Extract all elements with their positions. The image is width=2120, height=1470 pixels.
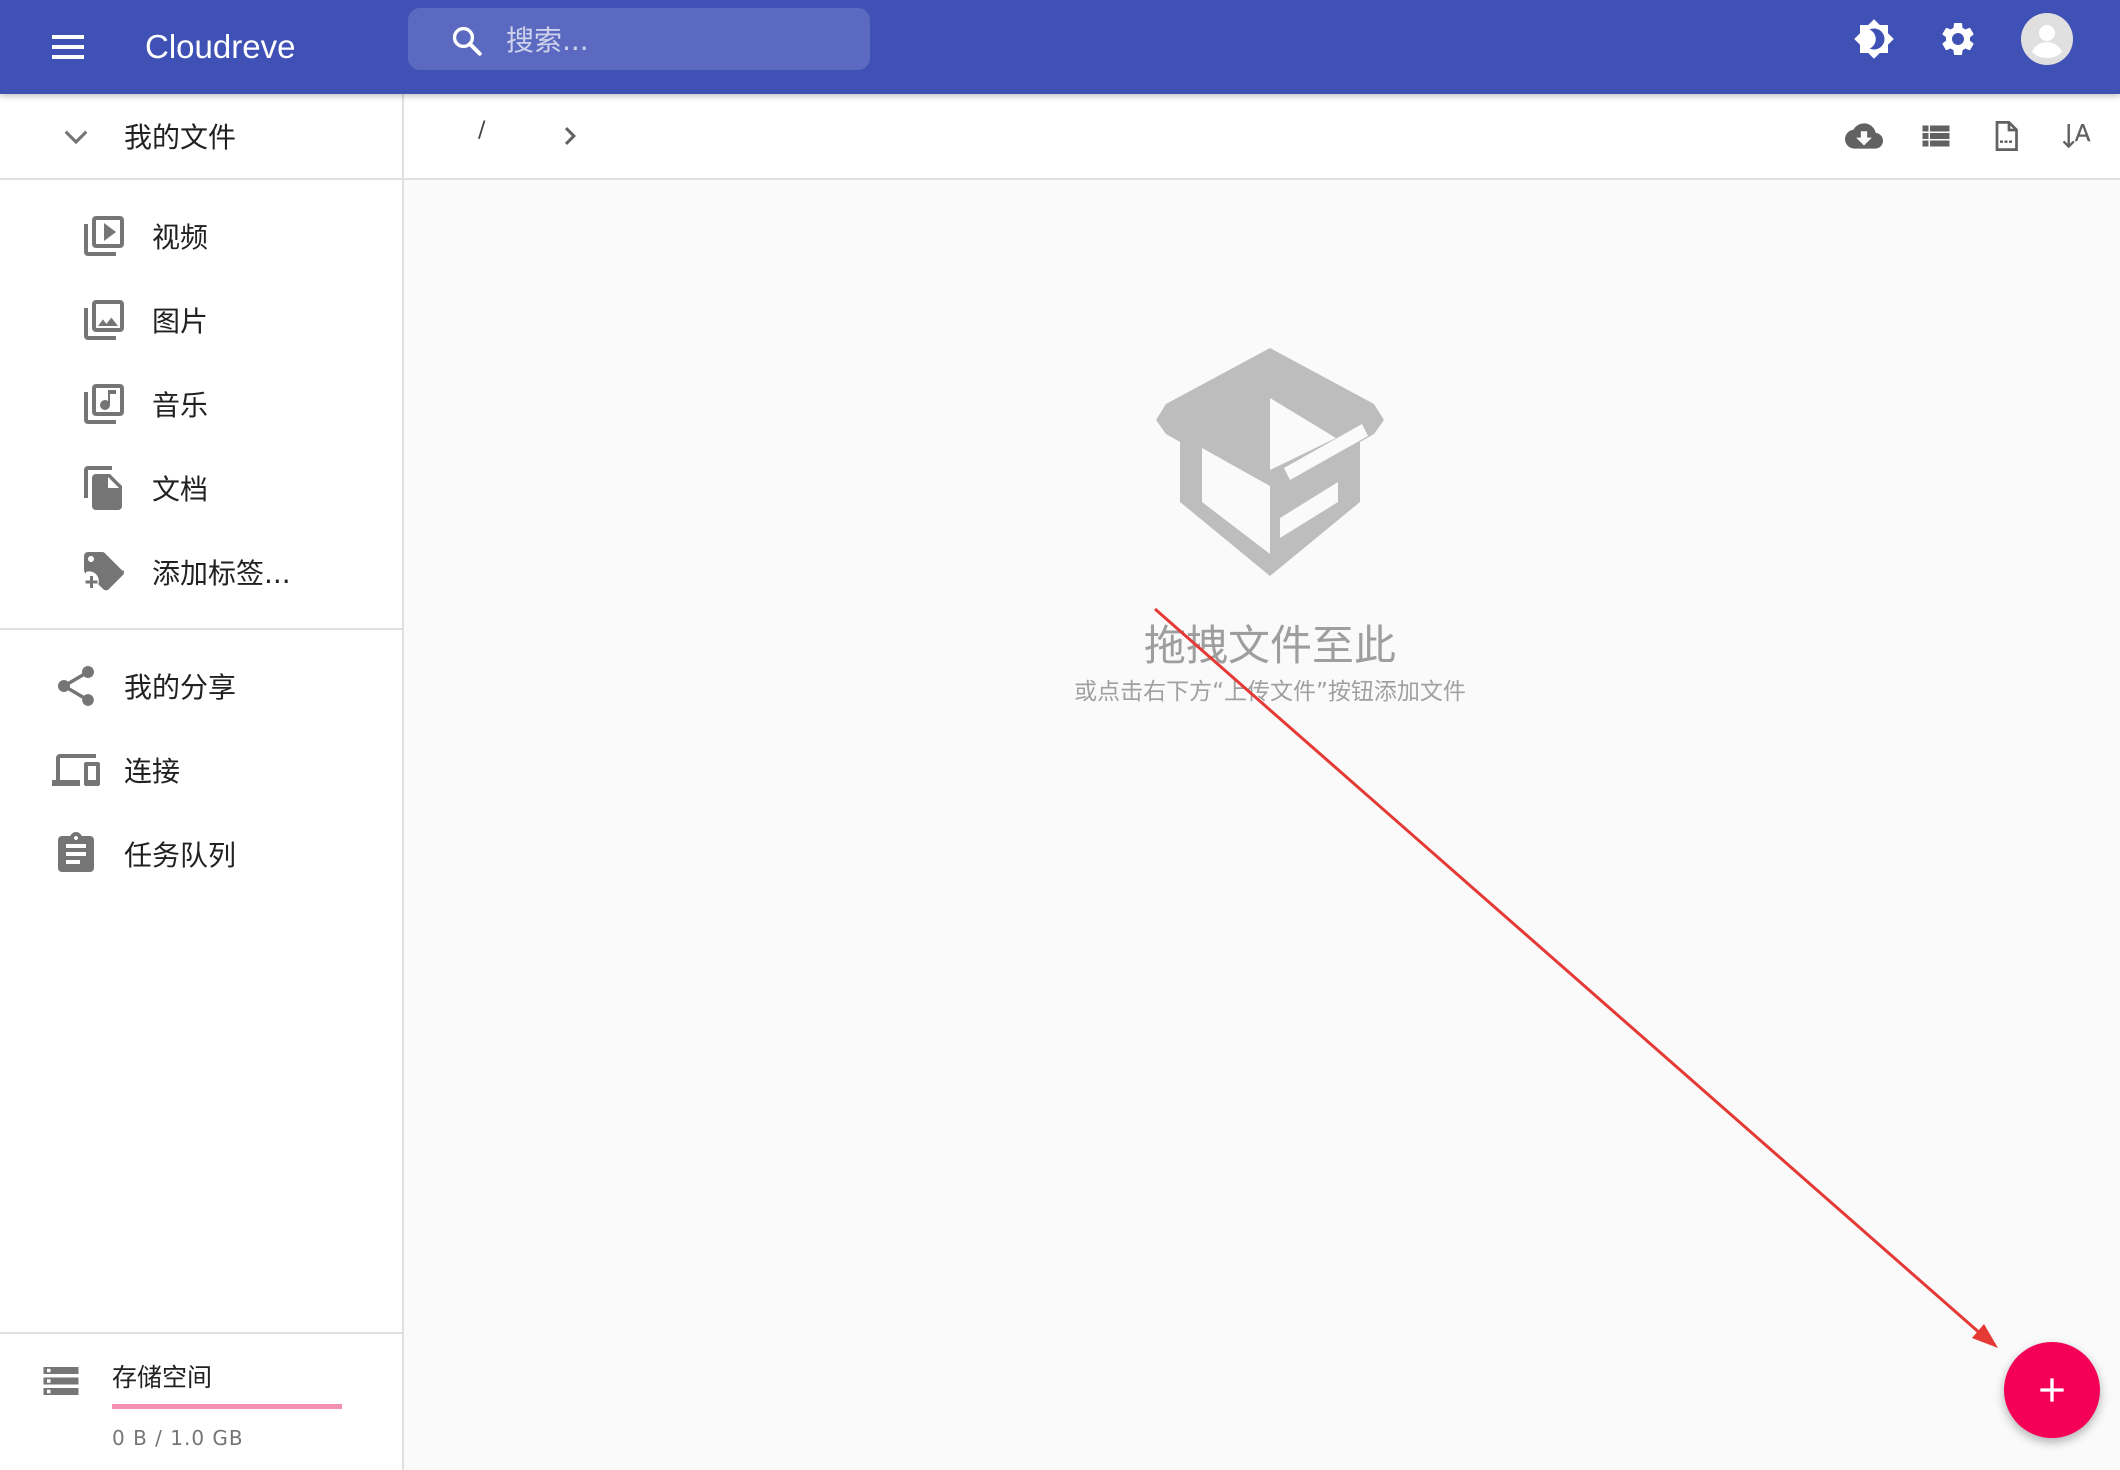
sidebar-item-label: 添加标签...: [152, 557, 291, 590]
app-title[interactable]: Cloudreve: [145, 18, 295, 76]
theme-toggle-button[interactable]: [1844, 14, 1904, 64]
account-button[interactable]: [2017, 13, 2077, 65]
sort-icon: [2062, 124, 2091, 149]
sidebar-item-add-tag[interactable]: 添加标签...: [0, 530, 402, 614]
add-icon: [2040, 1378, 2064, 1402]
chevron-right-icon[interactable]: [552, 118, 588, 154]
menu-icon: [52, 35, 84, 59]
sidebar-item-task-queue[interactable]: 任务队列: [0, 812, 402, 896]
storage-icon: [43, 1367, 79, 1395]
account-icon: [2021, 13, 2073, 65]
divider: [0, 178, 402, 180]
settings-icon: [1942, 23, 1974, 55]
menu-button[interactable]: [38, 22, 98, 72]
storage-title: 存储空间: [112, 1363, 213, 1392]
sidebar-item-label: 视频: [152, 221, 209, 254]
sidebar-item-connections[interactable]: 连接: [0, 728, 402, 812]
app-bar: Cloudreve: [0, 0, 2120, 94]
empty-state-subtitle: 或点击右下方“上传文件”按钮添加文件: [1074, 679, 1466, 705]
sidebar-item-my-shares[interactable]: 我的分享: [0, 644, 402, 728]
divider: [0, 1332, 402, 1334]
sidebar-item-label: 文档: [152, 473, 209, 506]
sidebar-item-label: 图片: [152, 305, 209, 338]
search-box[interactable]: [408, 8, 870, 70]
sidebar-item-video[interactable]: 视频: [0, 194, 402, 278]
sidebar-item-music[interactable]: 音乐: [0, 362, 402, 446]
sidebar-item-label: 音乐: [152, 389, 209, 422]
divider: [0, 628, 402, 630]
empty-state-title: 拖拽文件至此: [1143, 621, 1396, 670]
view-list-icon: [1922, 125, 1950, 147]
add-tag-icon: [84, 552, 125, 591]
sidebar-item-label: 我的文件: [124, 121, 237, 154]
file-icon: [1995, 121, 2018, 151]
file-info-button[interactable]: [1986, 116, 2026, 156]
sidebar-item-documents[interactable]: 文档: [0, 446, 402, 530]
sidebar-item-images[interactable]: 图片: [0, 278, 402, 362]
sidebar-item-label: 连接: [124, 755, 181, 788]
storage-usage: 0 B / 1.0 GB: [112, 1426, 244, 1450]
file-copy-icon: [84, 466, 122, 510]
brightness-icon: [1854, 19, 1894, 59]
assignment-icon: [58, 832, 94, 872]
sidebar-item-label: 我的分享: [124, 671, 237, 704]
search-input[interactable]: [504, 18, 848, 62]
music-library-icon: [84, 384, 124, 424]
search-icon: [452, 26, 482, 56]
settings-button[interactable]: [1928, 14, 1988, 64]
sort-button[interactable]: [2058, 116, 2098, 156]
breadcrumb-root[interactable]: /: [478, 118, 485, 143]
sidebar-item-label: 任务队列: [124, 839, 237, 872]
devices-icon: [52, 754, 100, 786]
offline-download-button[interactable]: [1844, 116, 1884, 156]
view-mode-button[interactable]: [1916, 116, 1956, 156]
file-navigator-bar: /: [404, 94, 2120, 180]
share-icon: [58, 666, 94, 706]
upload-fab-button[interactable]: [2004, 1342, 2100, 1438]
sidebar-item-my-files[interactable]: 我的文件: [0, 94, 402, 178]
photo-library-icon: [84, 300, 124, 340]
video-library-icon: [84, 216, 124, 256]
empty-box-icon: [1156, 348, 1384, 576]
chevron-down-icon: [64, 130, 88, 145]
storage-progress-bar: [112, 1404, 342, 1409]
cloud-download-icon: [1845, 123, 1883, 149]
sidebar: 我的文件 视频 图片 音乐 文档 添加标签... 我的分享 连接 任务队列: [0, 94, 404, 1470]
storage-progress-fill: [112, 1404, 342, 1409]
